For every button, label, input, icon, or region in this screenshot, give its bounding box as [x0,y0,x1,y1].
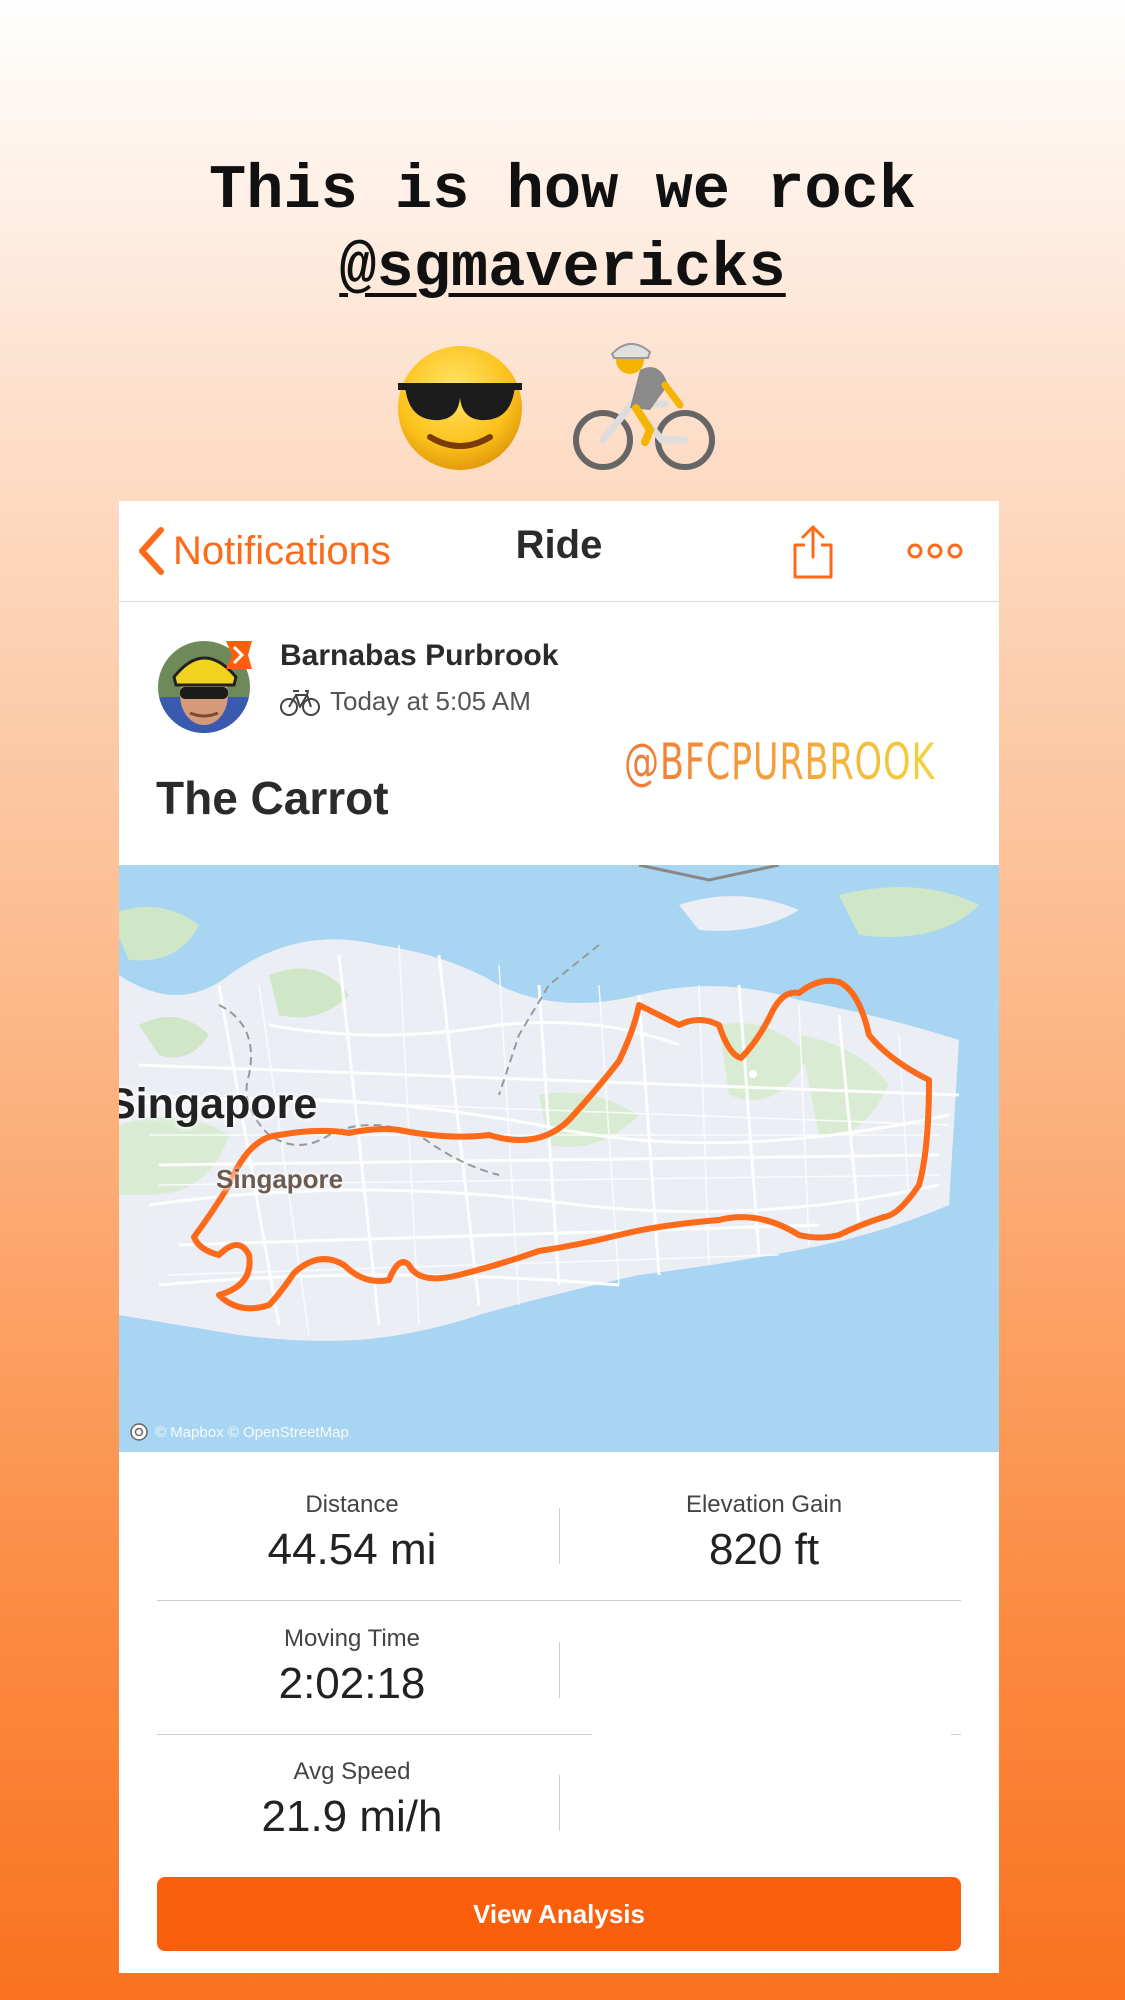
divider [559,1508,560,1564]
back-button-label: Notifications [173,528,391,573]
more-button[interactable] [899,521,979,581]
divider [157,1600,961,1601]
share-icon [793,525,833,579]
emoji-row [0,330,1125,470]
back-button[interactable]: Notifications [137,521,391,581]
stat-value: 820 ft [708,1525,820,1574]
stat-value: 44.54 mi [267,1525,437,1574]
divider [559,1775,560,1831]
view-analysis-button[interactable]: View Analysis [157,1877,961,1951]
person-biking-emoji-icon [573,343,715,470]
activity-title: The Carrot [156,772,389,824]
stat-label: Elevation Gain [685,1491,843,1518]
stat-value: 2:02:18 [278,1659,426,1708]
stat-label: Avg Speed [293,1758,411,1785]
activity-card: Notifications Ride Barnabas Purbrook Tod… [119,501,999,1973]
route-map[interactable]: Singapore Singapore © Mapbox © OpenStree… [119,865,999,1452]
chevron-left-icon [139,527,164,575]
bike-icon [280,689,320,716]
map-label-city: Singapore [216,1164,344,1194]
story-caption: This is how we rock @sgmavericks [0,152,1125,308]
divider [559,1642,560,1698]
handle-sticker[interactable]: @BFCPURBROOK [624,733,935,791]
stat-avg-speed: Avg Speed 21.9 mi/h [152,1757,552,1843]
athlete-name[interactable]: Barnabas Purbrook [280,639,558,673]
divider [951,1734,961,1735]
sunglasses-emoji-icon [398,346,522,470]
athlete-avatar[interactable] [156,637,252,733]
stat-distance: Distance 44.54 mi [152,1490,552,1576]
activity-meta: Today at 5:05 AM [280,686,531,717]
navbar: Notifications Ride [119,501,999,602]
activity-time: Today at 5:05 AM [330,686,531,716]
stat-elevation-gain: Elevation Gain 820 ft [564,1490,964,1576]
stat-label: Distance [305,1491,399,1518]
map-attribution-text[interactable]: © Mapbox © OpenStreetMap [155,1424,349,1441]
divider [157,1734,592,1735]
caption-mention-line: @sgmavericks [0,230,1125,308]
share-button[interactable] [783,521,843,581]
mapbox-logo-icon [130,1423,148,1441]
more-icon [907,543,963,559]
stat-moving-time: Moving Time 2:02:18 [152,1624,552,1710]
mention-link[interactable]: @sgmavericks [339,233,785,304]
caption-line: This is how we rock [209,155,916,226]
stat-value: 21.9 mi/h [261,1792,443,1841]
stat-label: Moving Time [283,1625,421,1652]
map-attribution: © Mapbox © OpenStreetMap [129,1422,349,1442]
map-canvas [119,865,999,1341]
map-label-country: Singapore [119,1080,318,1128]
